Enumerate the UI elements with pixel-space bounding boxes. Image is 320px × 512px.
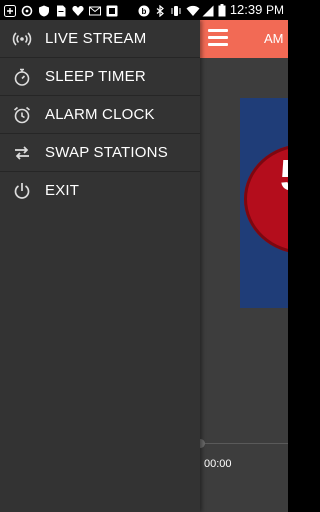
- sync-icon: [21, 4, 33, 17]
- elapsed-time: 00:00: [204, 458, 232, 470]
- hamburger-menu-icon[interactable]: [208, 29, 228, 47]
- system-icons: b 12:39 PM: [138, 2, 284, 18]
- bluetooth-icon: [154, 4, 166, 18]
- box-icon: [106, 4, 118, 17]
- menu-label: SWAP STATIONS: [45, 144, 168, 161]
- clock-time: 12:39 PM: [229, 2, 284, 17]
- svg-text:b: b: [141, 7, 146, 16]
- station-artwork: 5: [240, 98, 288, 308]
- status-bar: b 12:39 PM: [0, 0, 288, 20]
- stopwatch-icon: [12, 67, 32, 87]
- menu-item-swap-stations[interactable]: SWAP STATIONS: [0, 134, 200, 172]
- menu-label: SLEEP TIMER: [45, 68, 146, 85]
- menu-label: LIVE STREAM: [45, 30, 147, 47]
- screen: b 12:39 PM AM 00:00 LIVE STREAM SLEEP TI…: [0, 0, 288, 512]
- navigation-drawer: LIVE STREAM SLEEP TIMER ALARM CLOCK SWAP…: [0, 20, 200, 512]
- menu-item-exit[interactable]: EXIT: [0, 172, 200, 209]
- menu-label: EXIT: [45, 182, 80, 199]
- progress-track[interactable]: [200, 443, 288, 444]
- notification-icons: [4, 3, 118, 17]
- app-title: AM: [264, 31, 284, 46]
- battery-icon: [218, 4, 226, 17]
- app-header: AM: [200, 20, 288, 58]
- menu-label: ALARM CLOCK: [45, 106, 155, 123]
- swap-arrows-icon: [12, 143, 32, 163]
- power-icon: [12, 181, 32, 201]
- shield-icon: [38, 4, 50, 17]
- beats-icon: b: [138, 4, 150, 17]
- add-notification-icon: [4, 4, 16, 17]
- menu-item-sleep-timer[interactable]: SLEEP TIMER: [0, 58, 200, 96]
- menu-item-alarm-clock[interactable]: ALARM CLOCK: [0, 96, 200, 134]
- heart-icon: [72, 4, 84, 16]
- signal-icon: [202, 4, 214, 17]
- alarm-clock-icon: [12, 105, 32, 125]
- broadcast-icon: [12, 29, 32, 49]
- mail-icon: [89, 4, 101, 16]
- document-icon: [55, 4, 67, 17]
- menu-item-live-stream[interactable]: LIVE STREAM: [0, 20, 200, 58]
- vibrate-icon: [170, 4, 182, 16]
- station-logo-digit: 5: [280, 154, 288, 198]
- wifi-icon: [186, 4, 200, 16]
